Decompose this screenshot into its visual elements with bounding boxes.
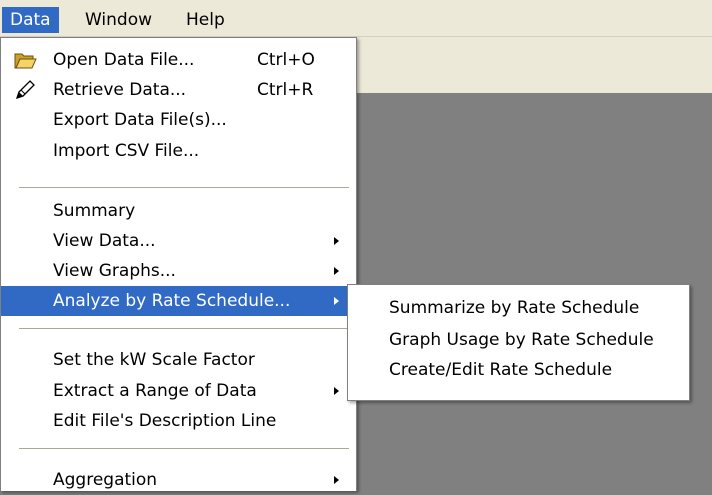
menu-item-extract-range[interactable]: Extract a Range of Data — [1, 376, 356, 406]
rate-schedule-submenu: Summarize by Rate Schedule Graph Usage b… — [347, 284, 690, 401]
menu-item-import-csv-file[interactable]: Import CSV File... — [1, 136, 356, 166]
label: Edit File's Description Line — [53, 411, 277, 431]
label: View Graphs... — [53, 261, 176, 281]
pen-icon — [15, 80, 35, 100]
data-menu: Open Data File... Ctrl+O Retrieve Data..… — [0, 37, 357, 491]
label: Graph Usage by Rate Schedule — [389, 330, 654, 350]
menu-item-summary[interactable]: Summary — [1, 196, 356, 226]
menu-item-view-graphs[interactable]: View Graphs... — [1, 256, 356, 286]
submenu-arrow-icon — [334, 476, 339, 484]
menu-item-open-data-file[interactable]: Open Data File... Ctrl+O — [1, 45, 356, 75]
submenu-item-graph-usage[interactable]: Graph Usage by Rate Schedule — [348, 325, 689, 356]
label: Summary — [53, 201, 136, 221]
label: View Data... — [53, 231, 156, 251]
menu-item-view-data[interactable]: View Data... — [1, 226, 356, 256]
shortcut: Ctrl+O — [257, 50, 315, 70]
menu-bar: Data Window Help — [0, 0, 712, 37]
label: Open Data File... — [53, 50, 195, 70]
label: Create/Edit Rate Schedule — [389, 360, 613, 380]
submenu-item-summarize[interactable]: Summarize by Rate Schedule — [348, 293, 689, 324]
menubar-help[interactable]: Help — [178, 7, 233, 33]
menubar-data[interactable]: Data — [2, 7, 59, 33]
menu-item-export-data-files[interactable]: Export Data File(s)... — [1, 105, 356, 135]
menu-item-retrieve-data[interactable]: Retrieve Data... Ctrl+R — [1, 75, 356, 105]
label: Analyze by Rate Schedule... — [53, 291, 291, 311]
menubar-window[interactable]: Window — [77, 7, 160, 33]
label: Aggregation — [53, 470, 158, 490]
label: Set the kW Scale Factor — [53, 350, 255, 370]
label: Extract a Range of Data — [53, 381, 257, 401]
submenu-arrow-icon — [334, 387, 339, 395]
shortcut: Ctrl+R — [257, 80, 314, 100]
submenu-arrow-icon — [334, 267, 339, 275]
submenu-item-create-edit[interactable]: Create/Edit Rate Schedule — [348, 355, 689, 386]
label: Export Data File(s)... — [53, 110, 227, 130]
label: Summarize by Rate Schedule — [389, 298, 640, 318]
menu-separator — [19, 328, 349, 330]
menu-item-edit-description[interactable]: Edit File's Description Line — [1, 406, 356, 436]
menu-separator — [19, 187, 349, 189]
menu-item-analyze-by-rate-schedule[interactable]: Analyze by Rate Schedule... — [1, 286, 356, 316]
label: Retrieve Data... — [53, 80, 187, 100]
submenu-arrow-icon — [334, 237, 339, 245]
submenu-arrow-icon — [334, 297, 339, 305]
label: Import CSV File... — [53, 141, 200, 161]
folder-open-icon — [14, 53, 37, 69]
menu-item-set-kw-scale-factor[interactable]: Set the kW Scale Factor — [1, 345, 356, 375]
menu-separator — [19, 448, 349, 450]
